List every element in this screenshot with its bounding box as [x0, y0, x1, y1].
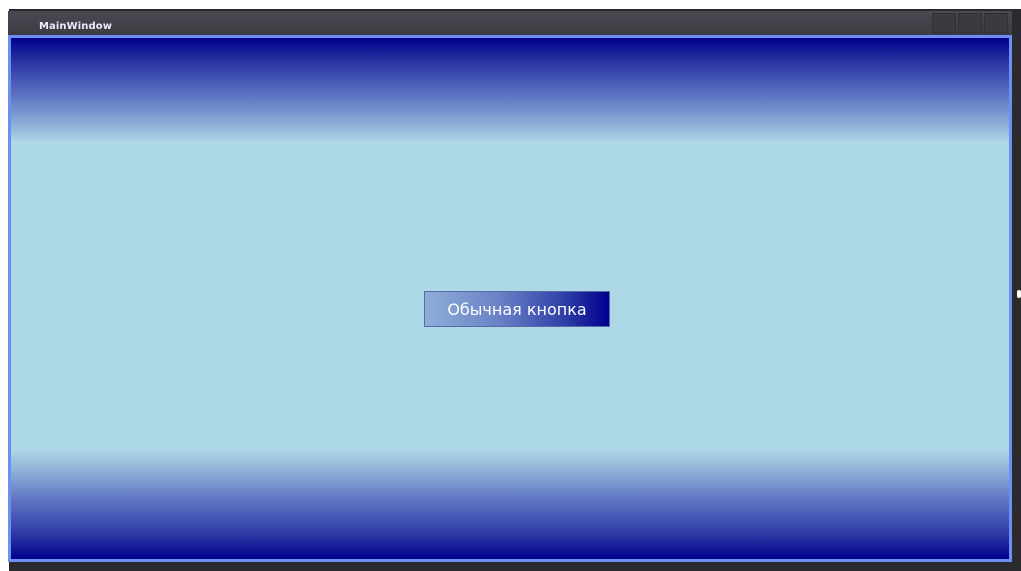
regular-button[interactable]: Обычная кнопка — [424, 291, 610, 327]
maximize-button[interactable] — [958, 13, 982, 33]
window-controls — [932, 13, 1012, 33]
title-bar[interactable]: MainWindow — [8, 11, 1012, 35]
close-button[interactable] — [984, 13, 1008, 33]
minimize-button[interactable] — [932, 13, 956, 33]
resize-handle[interactable] — [1017, 290, 1021, 298]
window-title: MainWindow — [39, 21, 113, 32]
